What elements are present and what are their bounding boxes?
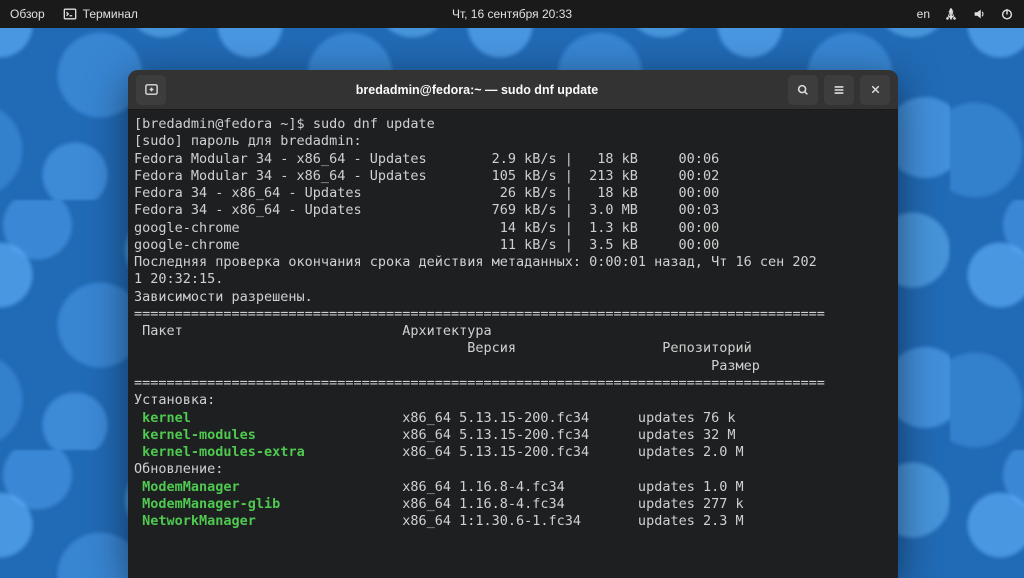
window-titlebar[interactable]: bredadmin@fedora:~ — sudo dnf update (128, 70, 898, 110)
activities-button[interactable]: Обзор (10, 7, 45, 21)
input-source-indicator[interactable]: en (917, 7, 930, 21)
terminal-content[interactable]: [bredadmin@fedora ~]$ sudo dnf update [s… (128, 110, 898, 578)
search-button[interactable] (788, 75, 818, 105)
gnome-topbar: Обзор Терминал Чт, 16 сентября 20:33 en (0, 0, 1024, 28)
active-app-menu[interactable]: Терминал (63, 7, 138, 21)
window-title: bredadmin@fedora:~ — sudo dnf update (172, 83, 782, 97)
active-app-label: Терминал (83, 7, 138, 21)
new-tab-button[interactable] (136, 75, 166, 105)
menu-button[interactable] (824, 75, 854, 105)
terminal-icon (63, 7, 77, 21)
power-icon[interactable] (1000, 7, 1014, 21)
terminal-window: bredadmin@fedora:~ — sudo dnf update [br… (128, 70, 898, 578)
network-icon[interactable] (944, 7, 958, 21)
close-button[interactable] (860, 75, 890, 105)
clock[interactable]: Чт, 16 сентября 20:33 (452, 7, 572, 21)
volume-icon[interactable] (972, 7, 986, 21)
